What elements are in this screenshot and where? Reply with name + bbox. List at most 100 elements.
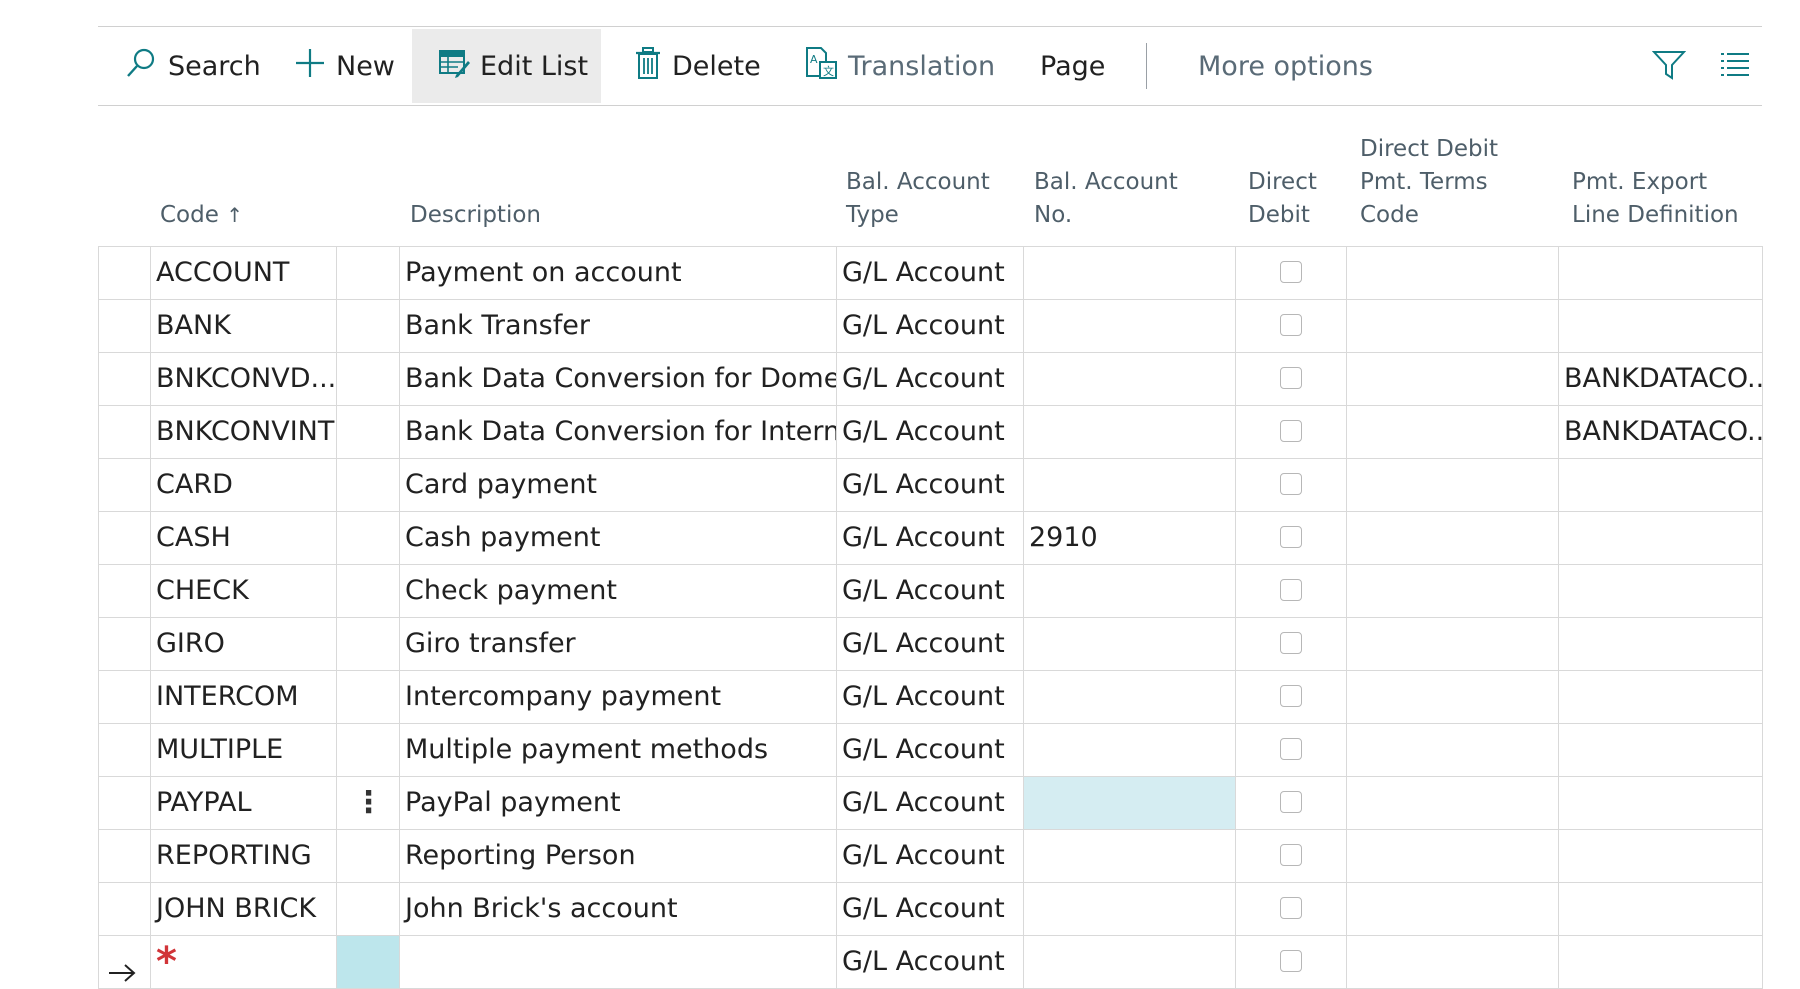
description-cell[interactable]: Multiple payment methods <box>399 724 836 776</box>
row-indicator[interactable] <box>98 565 150 617</box>
direct-debit-terms-cell[interactable] <box>1346 936 1558 988</box>
header-bal-account-no[interactable]: Bal. Account No. <box>1034 166 1178 232</box>
row-indicator[interactable] <box>98 671 150 723</box>
row-indicator[interactable] <box>98 406 150 458</box>
code-cell[interactable]: ACCOUNT <box>150 247 336 299</box>
table-row[interactable]: CHECK Check payment G/L Account <box>98 565 1763 618</box>
new-button[interactable]: New <box>282 29 407 103</box>
pmt-export-cell[interactable] <box>1558 618 1763 670</box>
direct-debit-terms-cell[interactable] <box>1346 247 1558 299</box>
code-cell[interactable]: BNKCONVINT <box>150 406 336 458</box>
description-cell[interactable]: Bank Transfer <box>399 300 836 352</box>
bal-account-no-cell[interactable] <box>1023 830 1235 882</box>
bal-account-type-cell[interactable]: G/L Account <box>836 830 1023 882</box>
translation-button[interactable]: A文 Translation <box>792 29 1007 103</box>
bal-account-no-cell[interactable]: 2910 <box>1023 512 1235 564</box>
table-row[interactable]: GIRO Giro transfer G/L Account <box>98 618 1763 671</box>
description-cell[interactable]: Bank Data Conversion for Intern... <box>399 406 836 458</box>
row-indicator[interactable] <box>98 300 150 352</box>
row-actions-cell[interactable] <box>336 300 399 352</box>
more-actions-icon[interactable]: ⋮ <box>337 777 399 829</box>
row-actions-cell[interactable] <box>336 353 399 405</box>
code-cell[interactable]: CARD <box>150 459 336 511</box>
direct-debit-terms-cell[interactable] <box>1346 353 1558 405</box>
table-row[interactable]: BANK Bank Transfer G/L Account <box>98 300 1763 353</box>
bal-account-no-cell[interactable] <box>1023 300 1235 352</box>
pmt-export-cell[interactable]: BANKDATACO... <box>1558 353 1763 405</box>
table-row-selected[interactable]: PAYPAL ⋮ PayPal payment G/L Account <box>98 777 1763 830</box>
description-cell[interactable]: Cash payment <box>399 512 836 564</box>
bal-account-no-cell[interactable] <box>1023 936 1235 988</box>
description-cell[interactable]: Intercompany payment <box>399 671 836 723</box>
bal-account-type-cell[interactable]: G/L Account <box>836 353 1023 405</box>
direct-debit-checkbox[interactable] <box>1280 791 1302 813</box>
row-actions-cell[interactable] <box>336 671 399 723</box>
bal-account-no-cell-focused[interactable] <box>1023 777 1235 829</box>
table-row[interactable]: CASH Cash payment G/L Account 2910 <box>98 512 1763 565</box>
direct-debit-terms-cell[interactable] <box>1346 883 1558 935</box>
direct-debit-checkbox[interactable] <box>1280 367 1302 389</box>
header-direct-debit[interactable]: Direct Debit <box>1248 166 1317 232</box>
code-cell[interactable]: CHECK <box>150 565 336 617</box>
pmt-export-cell[interactable] <box>1558 883 1763 935</box>
bal-account-no-cell[interactable] <box>1023 247 1235 299</box>
bal-account-no-cell[interactable] <box>1023 406 1235 458</box>
direct-debit-checkbox[interactable] <box>1280 897 1302 919</box>
pmt-export-cell[interactable] <box>1558 247 1763 299</box>
direct-debit-checkbox[interactable] <box>1280 685 1302 707</box>
direct-debit-checkbox[interactable] <box>1280 314 1302 336</box>
pmt-export-cell[interactable] <box>1558 512 1763 564</box>
code-cell[interactable]: REPORTING <box>150 830 336 882</box>
bal-account-type-cell[interactable]: G/L Account <box>836 883 1023 935</box>
pmt-export-cell[interactable] <box>1558 671 1763 723</box>
row-actions-cell[interactable] <box>336 512 399 564</box>
row-indicator[interactable] <box>98 353 150 405</box>
bal-account-type-cell[interactable]: G/L Account <box>836 618 1023 670</box>
bal-account-type-cell[interactable]: G/L Account <box>836 406 1023 458</box>
list-view-icon[interactable] <box>1720 51 1750 81</box>
description-cell[interactable]: Payment on account <box>399 247 836 299</box>
filter-icon[interactable] <box>1651 49 1687 85</box>
bal-account-no-cell[interactable] <box>1023 671 1235 723</box>
table-row[interactable]: ACCOUNT Payment on account G/L Account <box>98 246 1763 300</box>
row-actions-cell[interactable] <box>336 406 399 458</box>
code-cell[interactable]: GIRO <box>150 618 336 670</box>
code-cell[interactable]: JOHN BRICK <box>150 883 336 935</box>
code-cell[interactable]: CASH <box>150 512 336 564</box>
description-cell[interactable]: Bank Data Conversion for Dome... <box>399 353 836 405</box>
code-cell[interactable]: PAYPAL <box>150 777 336 829</box>
direct-debit-terms-cell[interactable] <box>1346 406 1558 458</box>
row-actions-cell[interactable] <box>336 724 399 776</box>
code-cell[interactable]: * <box>150 936 336 988</box>
header-pmt-export[interactable]: Pmt. Export Line Definition <box>1572 166 1739 232</box>
table-row[interactable]: JOHN BRICK John Brick's account G/L Acco… <box>98 883 1763 936</box>
direct-debit-terms-cell[interactable] <box>1346 777 1558 829</box>
bal-account-no-cell[interactable] <box>1023 565 1235 617</box>
row-indicator[interactable] <box>98 512 150 564</box>
description-cell[interactable]: PayPal payment <box>399 777 836 829</box>
direct-debit-terms-cell[interactable] <box>1346 724 1558 776</box>
direct-debit-checkbox[interactable] <box>1280 950 1302 972</box>
pmt-export-cell[interactable] <box>1558 830 1763 882</box>
bal-account-no-cell[interactable] <box>1023 618 1235 670</box>
table-row[interactable]: MULTIPLE Multiple payment methods G/L Ac… <box>98 724 1763 777</box>
page-button[interactable]: Page <box>1028 29 1117 103</box>
direct-debit-checkbox[interactable] <box>1280 526 1302 548</box>
pmt-export-cell[interactable] <box>1558 936 1763 988</box>
direct-debit-checkbox[interactable] <box>1280 579 1302 601</box>
row-actions-cell[interactable] <box>336 565 399 617</box>
row-indicator[interactable] <box>98 618 150 670</box>
direct-debit-checkbox[interactable] <box>1280 261 1302 283</box>
description-cell[interactable]: Reporting Person <box>399 830 836 882</box>
pmt-export-cell[interactable] <box>1558 459 1763 511</box>
row-actions-cell[interactable] <box>336 618 399 670</box>
pmt-export-cell[interactable] <box>1558 300 1763 352</box>
pmt-export-cell[interactable] <box>1558 724 1763 776</box>
row-actions-cell[interactable] <box>336 936 399 988</box>
edit-list-button[interactable]: Edit List <box>412 29 601 103</box>
pmt-export-cell[interactable]: BANKDATACO... <box>1558 406 1763 458</box>
direct-debit-terms-cell[interactable] <box>1346 512 1558 564</box>
direct-debit-terms-cell[interactable] <box>1346 618 1558 670</box>
bal-account-type-cell[interactable]: G/L Account <box>836 300 1023 352</box>
row-actions-cell[interactable] <box>336 830 399 882</box>
